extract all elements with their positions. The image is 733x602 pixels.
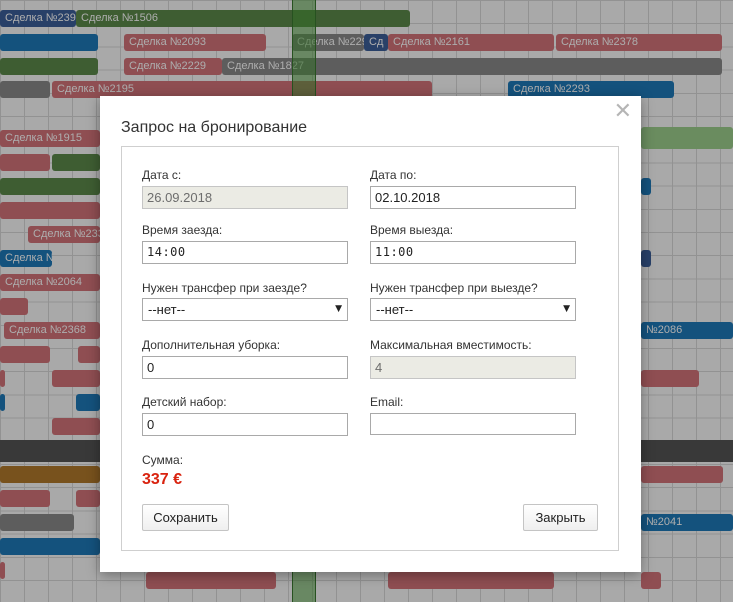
dropdown-caret-icon: ▼	[563, 304, 570, 314]
sum-value: 337 €	[142, 471, 183, 488]
date-to-label: Дата по:	[370, 168, 417, 182]
transfer-out-select[interactable]: --нет-- ▼	[370, 298, 576, 321]
dialog-title: Запрос на бронирование	[121, 119, 308, 136]
transfer-out-label: Нужен трансфер при выезде?	[370, 281, 538, 295]
checkin-time-field[interactable]: 14:00	[142, 241, 348, 264]
dropdown-caret-icon: ▼	[335, 304, 342, 314]
max-capacity-field: 4	[370, 356, 576, 379]
date-from-field: 26.09.2018	[142, 186, 348, 209]
save-button[interactable]: Сохранить	[142, 504, 229, 531]
date-to-field[interactable]: 02.10.2018	[370, 186, 576, 209]
checkout-time-label: Время выезда:	[370, 223, 454, 237]
email-label: Email:	[370, 395, 404, 409]
date-from-label: Дата с:	[142, 168, 182, 182]
kids-set-field[interactable]: 0	[142, 413, 348, 436]
checkin-time-label: Время заезда:	[142, 223, 223, 237]
email-field[interactable]	[370, 413, 576, 435]
max-capacity-label: Максимальная вместимость:	[370, 338, 532, 352]
booking-request-dialog: ✕ Запрос на бронирование Дата с: 26.09.2…	[100, 96, 641, 572]
close-button[interactable]: Закрыть	[523, 504, 598, 531]
transfer-in-value: --нет--	[148, 302, 186, 317]
close-icon[interactable]: ✕	[614, 101, 632, 123]
booking-form: Дата с: 26.09.2018 Дата по: 02.10.2018 В…	[121, 146, 619, 551]
sum-label: Сумма:	[142, 453, 184, 467]
transfer-out-value: --нет--	[376, 302, 414, 317]
transfer-in-label: Нужен трансфер при заезде?	[142, 281, 307, 295]
extra-cleaning-label: Дополнительная уборка:	[142, 338, 281, 352]
extra-cleaning-field[interactable]: 0	[142, 356, 348, 379]
checkout-time-field[interactable]: 11:00	[370, 241, 576, 264]
kids-set-label: Детский набор:	[142, 395, 227, 409]
transfer-in-select[interactable]: --нет-- ▼	[142, 298, 348, 321]
